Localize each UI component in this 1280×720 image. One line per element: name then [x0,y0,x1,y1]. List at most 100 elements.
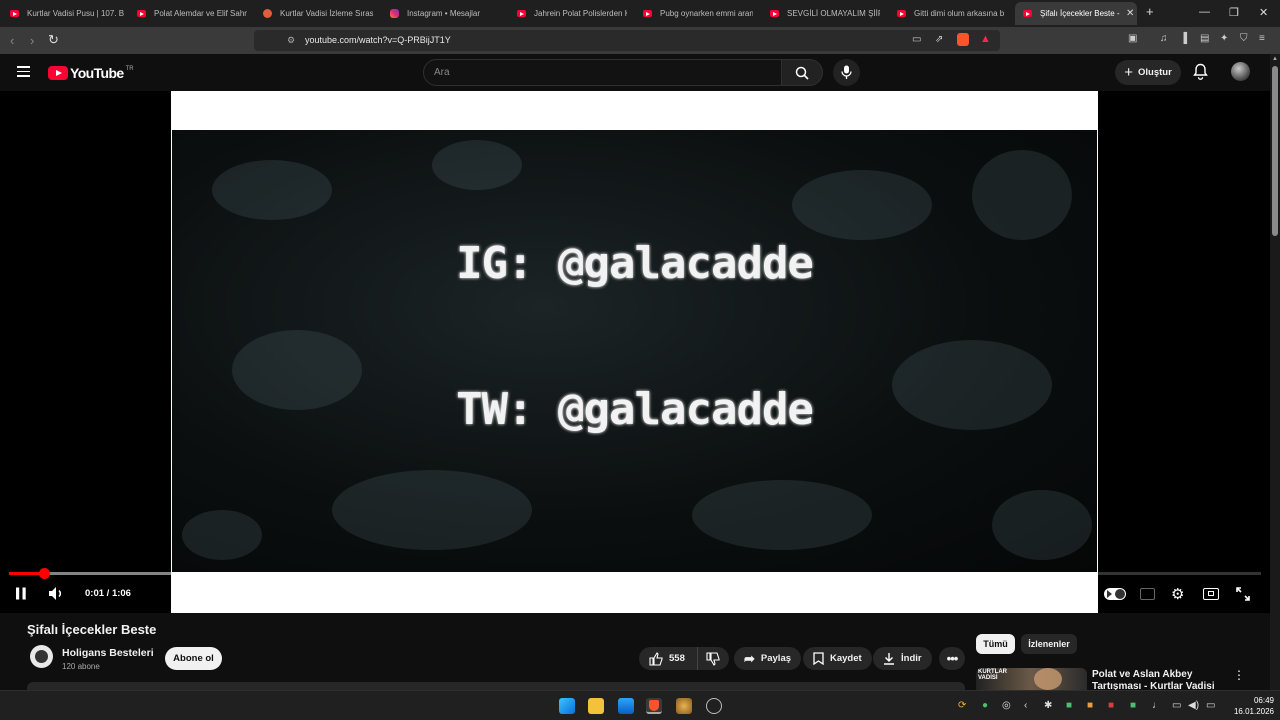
share-button[interactable]: ➦ Paylaş [734,647,802,670]
scroll-up-icon[interactable]: ▲ [1272,56,1278,62]
reload-icon[interactable]: ↻ [48,32,59,48]
video-surface[interactable]: IG: @galacadde TW: @galacadde [171,91,1098,613]
browser-tab[interactable]: Kurtlar Vadisi Pusu | 107. B [10,3,128,24]
video-caption-twitter: TW: @galacadde [456,384,814,435]
tray-steam-icon[interactable]: ◎ [1002,700,1011,711]
chip-watched[interactable]: İzlenenler [1021,634,1077,654]
back-icon[interactable]: ‹ [10,33,14,48]
tray-volume-icon[interactable]: ◀) [1188,700,1199,711]
restore-icon[interactable]: ❐ [1229,6,1239,19]
site-info-icon[interactable]: ⚙ [287,35,295,46]
save-button[interactable]: Kaydet [803,647,872,670]
url-text[interactable]: youtube.com/watch?v=Q-PRBijJT1Y [305,35,451,45]
browser-tab-active[interactable]: Şifalı İçecekler Beste - ✕ [1015,2,1137,25]
more-actions-button[interactable]: ••• [939,647,965,670]
menu-icon[interactable]: ≡ [1259,33,1265,44]
brave-browser-icon[interactable] [646,698,662,714]
new-tab-icon[interactable]: + [1146,4,1154,19]
wallet-icon[interactable]: ▤ [1200,33,1209,44]
sidebar-toggle-icon[interactable]: ▣ [1128,33,1137,44]
more-vertical-icon[interactable]: ⋮ [1233,668,1245,682]
progress-bar[interactable] [9,568,1261,579]
forward-icon[interactable]: › [30,33,34,48]
scroll-thumb[interactable] [1272,66,1278,236]
video-frame: IG: @galacadde TW: @galacadde [172,130,1097,572]
windows-start-icon[interactable] [559,698,575,714]
voice-search-button[interactable] [833,59,860,86]
panel-icon[interactable]: ▐ [1180,33,1187,44]
more-horizontal-icon: ••• [946,651,959,666]
tray-battery-icon[interactable]: ▭ [1206,700,1215,711]
tray-network-icon[interactable]: ▭ [1172,700,1181,711]
store-icon[interactable] [618,698,634,714]
browser-tab[interactable]: SEVGİLİ OLMAYALIM ŞİİRİ [770,3,880,24]
subtitles-button[interactable] [1140,588,1155,600]
browser-tab[interactable]: Polat Alemdar ve Elif Sahn [137,3,247,24]
hamburger-menu-icon[interactable] [17,66,30,77]
tray-antivirus-icon[interactable]: ■ [1108,700,1114,711]
channel-avatar[interactable] [30,645,53,668]
browser-tab[interactable]: Instagram • Mesajlar [390,3,502,24]
autoplay-toggle[interactable] [1104,588,1126,600]
page-scrollbar[interactable]: ▲ [1270,54,1280,690]
volume-button[interactable] [48,586,65,606]
tray-chevron-icon[interactable]: ‹ [1024,700,1027,711]
system-clock[interactable]: 06:49 16.01.2026 [1226,695,1274,717]
browser-toolbar: ‹ › ↻ ⌑ ⚙ youtube.com/watch?v=Q-PRBijJT1… [0,27,1280,54]
subscribe-button[interactable]: Abone ol [165,647,222,670]
recommendation-thumbnail[interactable]: KURTLAR VADİSİ [976,668,1087,690]
tray-microphone-icon[interactable]: ♩ [1152,700,1162,711]
pause-button[interactable] [15,587,27,605]
youtube-icon [517,10,526,17]
tray-bluetooth-icon[interactable]: ✱ [1044,700,1052,711]
cast-icon[interactable]: ▭ [912,34,921,45]
close-tab-icon[interactable]: ✕ [1126,8,1134,19]
fullscreen-button[interactable] [1236,587,1250,606]
address-bar[interactable]: ⚙ youtube.com/watch?v=Q-PRBijJT1Y ▭ ⇗ ▲ [254,30,1000,51]
channel-name[interactable]: Holigans Besteleri [62,647,154,659]
minimize-icon[interactable]: — [1199,6,1210,18]
video-player[interactable]: IG: @galacadde TW: @galacadde 0:01 / 1:0… [0,91,1270,613]
like-button[interactable]: 558 [639,647,697,670]
browser-tab-bar: Kurtlar Vadisi Pusu | 107. B Polat Alemd… [0,0,1280,27]
file-explorer-icon[interactable] [588,698,604,714]
chip-all[interactable]: Tümü [976,634,1015,654]
media-icon[interactable]: ♫ [1160,33,1168,44]
tray-nvidia-icon[interactable]: ■ [1066,700,1072,711]
clock-app-icon[interactable] [706,698,722,714]
youtube-logo[interactable]: YouTube TR [48,65,134,81]
game-app-icon[interactable] [676,698,692,714]
browser-tab[interactable]: Pubg oynarken emmi aran [643,3,753,24]
vpn-icon[interactable]: ⛉ [1240,33,1248,44]
close-window-icon[interactable]: ✕ [1259,6,1268,19]
pause-icon [16,587,26,600]
os-taskbar: ⟳ ● ◎ ‹ ✱ ■ ■ ■ ■ ♩ ▭ ◀) ▭ 06:49 16.01.2… [0,690,1280,720]
dislike-button[interactable] [697,647,729,670]
create-button[interactable]: + Oluştur [1115,60,1181,85]
tray-sync-icon[interactable]: ⟳ [958,700,966,711]
tray-shield-icon[interactable]: ■ [1130,700,1136,711]
description-box[interactable] [27,682,965,690]
settings-gear-icon[interactable]: ⚙ [1171,585,1184,603]
search-input[interactable]: Ara [423,59,782,86]
browser-tab[interactable]: Kurtlar Vadisi İzleme Sırası [263,3,373,24]
browser-tab[interactable]: Gitti dimi olum arkasına b [897,3,1007,24]
like-count: 558 [669,653,685,664]
account-avatar[interactable] [1231,62,1250,81]
search-button[interactable] [781,59,823,86]
miniplayer-button[interactable] [1203,588,1219,600]
notifications-button[interactable] [1193,63,1208,85]
brave-rewards-icon[interactable]: ▲ [980,33,991,45]
download-button[interactable]: İndir [873,647,932,670]
tray-app-icon[interactable]: ● [982,700,988,711]
tray-update-icon[interactable]: ■ [1087,700,1093,711]
thumbs-up-icon [649,651,663,666]
brave-shields-icon[interactable] [957,33,969,46]
duration: 1:06 [111,588,131,599]
share-icon[interactable]: ⇗ [935,34,943,45]
progress-buffered [9,572,610,575]
leo-ai-icon[interactable]: ✦ [1220,33,1228,44]
browser-tab[interactable]: Jahrein Polat Polislerden K [517,3,627,24]
subscriber-count: 120 abone [62,662,100,671]
progress-scrubber[interactable] [39,568,51,579]
